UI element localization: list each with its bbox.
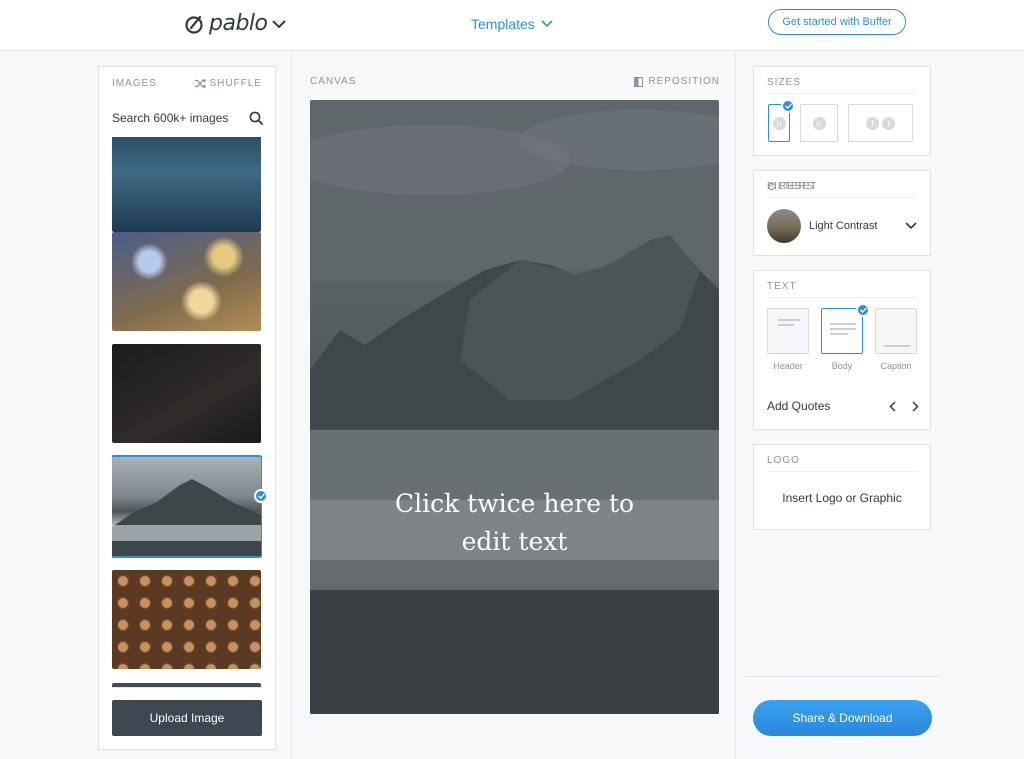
search-icon[interactable]	[249, 111, 263, 125]
upload-image-button[interactable]: Upload Image	[112, 700, 262, 736]
reset-label: RESET	[779, 181, 818, 192]
chevron-down-icon	[905, 222, 917, 230]
image-thumbnail-mountain[interactable]	[112, 455, 262, 558]
search-input[interactable]: Search 600k+ images	[112, 111, 228, 125]
text-panel: TEXT Header Body Caption Add Quotes	[753, 270, 931, 430]
chevron-down-icon	[541, 20, 553, 28]
text-option-label: Body	[831, 361, 853, 371]
canvas-editable-text[interactable]: Click twice here to edit text	[310, 485, 719, 561]
canvas-column: CANVAS REPOSITION Click twice here to ed…	[293, 52, 736, 759]
text-option-label: Header	[773, 361, 803, 371]
text-style-header[interactable]	[767, 308, 809, 354]
quotes-arrows	[889, 400, 919, 412]
filter-name: Light Contrast	[809, 220, 878, 232]
reset-icon	[767, 182, 776, 191]
images-panel: IMAGES SHUFFLE Search 600k+ images Uploa…	[98, 66, 276, 750]
reposition-button[interactable]: REPOSITION	[634, 76, 720, 87]
get-started-button[interactable]: Get started with Buffer	[768, 9, 906, 35]
divider	[767, 471, 917, 472]
selected-check-icon	[856, 303, 870, 317]
text-style-body[interactable]	[821, 308, 863, 354]
image-thumbnail-water[interactable]	[112, 137, 261, 232]
shuffle-icon	[195, 78, 207, 88]
divider	[745, 676, 940, 677]
filter-select[interactable]: Light Contrast	[767, 209, 917, 243]
pablo-mark-icon	[185, 15, 203, 34]
reset-filter-button[interactable]: RESET	[767, 181, 916, 192]
sizes-section-label: SIZES	[767, 77, 801, 88]
image-thumbnail-night-sky[interactable]	[112, 344, 261, 443]
twitter-icon: t	[882, 116, 895, 130]
instagram-icon: o	[812, 116, 826, 130]
sizes-panel: SIZES p o f t	[753, 66, 931, 156]
templates-label: Templates	[471, 16, 535, 32]
reposition-icon	[634, 76, 644, 87]
image-search[interactable]: Search 600k+ images	[112, 107, 263, 129]
canvas-section-label: CANVAS	[310, 76, 357, 87]
size-instagram[interactable]: o	[800, 104, 838, 142]
image-thumbnail-logs[interactable]	[112, 570, 261, 669]
settings-column: SIZES p o f t FILTERS RESET Light Contra…	[737, 52, 1024, 759]
divider	[112, 687, 262, 688]
canvas-text-line: edit text	[461, 527, 568, 556]
mountain-thumbnail-art	[112, 479, 261, 556]
images-header: IMAGES SHUFFLE	[112, 77, 262, 89]
image-thumbnail-list	[112, 137, 262, 687]
reposition-label: REPOSITION	[648, 76, 720, 87]
share-download-button[interactable]: Share & Download	[753, 700, 932, 736]
mountain-background-image	[310, 100, 719, 714]
text-style-caption[interactable]	[875, 308, 917, 354]
design-canvas[interactable]: Click twice here to edit text	[310, 100, 719, 714]
templates-dropdown[interactable]: Templates	[471, 16, 553, 32]
images-column: IMAGES SHUFFLE Search 600k+ images Uploa…	[0, 52, 292, 759]
images-section-label: IMAGES	[112, 77, 157, 89]
shuffle-button[interactable]: SHUFFLE	[195, 78, 262, 89]
top-bar: pablo Templates Get started with Buffer	[0, 0, 1024, 51]
pinterest-icon: p	[772, 116, 786, 130]
add-quotes-label[interactable]: Add Quotes	[767, 399, 830, 413]
canvas-text-line: Click twice here to	[394, 489, 635, 518]
chevron-down-icon	[272, 19, 287, 28]
canvas-header: CANVAS REPOSITION	[310, 76, 720, 87]
logo-section-label: LOGO	[767, 455, 800, 466]
logo-text: pablo	[209, 11, 268, 36]
facebook-icon: f	[866, 116, 879, 130]
logo-panel: LOGO Insert Logo or Graphic	[753, 444, 931, 530]
text-section-label: TEXT	[767, 281, 797, 292]
selected-check-icon	[781, 99, 795, 113]
text-option-label: Caption	[880, 361, 912, 371]
size-facebook-twitter[interactable]: f t	[848, 104, 913, 142]
divider	[767, 297, 917, 298]
filter-preview-thumbnail	[767, 209, 801, 243]
divider	[767, 197, 917, 198]
filters-panel: FILTERS RESET Light Contrast	[753, 170, 931, 256]
pablo-logo[interactable]: pablo	[183, 11, 287, 36]
chevron-left-icon[interactable]	[889, 400, 896, 412]
insert-logo-button[interactable]: Insert Logo or Graphic	[754, 491, 930, 505]
add-quotes-row: Add Quotes	[767, 399, 919, 413]
image-thumbnail-bokeh[interactable]	[112, 232, 261, 331]
divider	[767, 93, 917, 94]
chevron-right-icon[interactable]	[912, 400, 919, 412]
shuffle-label: SHUFFLE	[209, 77, 262, 89]
selected-check-icon	[254, 489, 268, 503]
